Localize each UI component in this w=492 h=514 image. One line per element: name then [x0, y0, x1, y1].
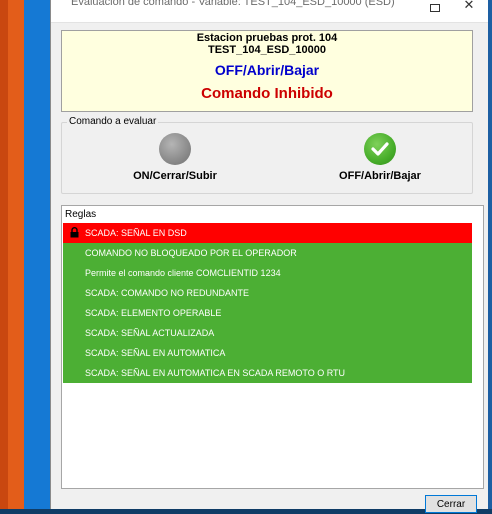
close-window-button[interactable]: ✕ [454, 0, 484, 16]
desktop-background-blue [24, 0, 52, 509]
option-off[interactable]: OFF/Abrir/Bajar [290, 133, 470, 182]
command-group: Comando a evaluar ON/Cerrar/Subir OFF/Ab… [61, 116, 473, 194]
option-off-label: OFF/Abrir/Bajar [339, 170, 421, 182]
rule-item[interactable]: Permite el comando cliente COMCLIENTID 1… [63, 263, 472, 283]
command-status: Comando Inhibido [201, 85, 333, 102]
close-button[interactable]: Cerrar [425, 495, 477, 513]
lock-icon [70, 227, 79, 238]
restore-button[interactable] [420, 0, 450, 16]
restore-icon [430, 3, 440, 12]
rule-text: COMANDO NO BLOQUEADO POR EL OPERADOR [85, 248, 297, 258]
window-title: Evaluación de comando - Variable: TEST_1… [71, 0, 395, 8]
rule-item[interactable]: COMANDO NO BLOQUEADO POR EL OPERADOR [63, 243, 472, 263]
desktop-background-strip [0, 0, 8, 509]
rule-text: SCADA: SEÑAL EN AUTOMATICA EN SCADA REMO… [85, 368, 346, 378]
station-name: Estacion pruebas prot. 104 [196, 32, 338, 44]
green-check-icon [364, 133, 396, 165]
command-group-legend: Comando a evaluar [67, 116, 159, 127]
gray-circle-icon [159, 133, 191, 165]
rule-item[interactable]: SCADA: SEÑAL ACTUALIZADA [63, 323, 472, 343]
rules-title: Reglas [65, 209, 97, 220]
rule-item[interactable]: SCADA: SEÑAL EN AUTOMATICA [63, 343, 472, 363]
command-summary-panel: Estacion pruebas prot. 104 TEST_104_ESD_… [61, 30, 473, 112]
rule-text: SCADA: SEÑAL EN DSD [85, 228, 187, 238]
close-icon: ✕ [463, 0, 475, 12]
rule-text: SCADA: SEÑAL EN AUTOMATICA [85, 348, 226, 358]
title-bar[interactable]: Evaluación de comando - Variable: TEST_1… [51, 0, 488, 23]
rule-item[interactable]: SCADA: COMANDO NO REDUNDANTE [63, 283, 472, 303]
rule-item[interactable]: SCADA: SEÑAL EN DSD [63, 223, 472, 243]
rules-list: SCADA: SEÑAL EN DSD COMANDO NO BLOQUEADO… [63, 223, 472, 383]
rule-text: SCADA: SEÑAL ACTUALIZADA [85, 328, 215, 338]
rule-item[interactable]: SCADA: ELEMENTO OPERABLE [63, 303, 472, 323]
rule-text: SCADA: ELEMENTO OPERABLE [85, 308, 222, 318]
command-evaluation-dialog: Evaluación de comando - Variable: TEST_1… [50, 0, 488, 513]
command-state: OFF/Abrir/Bajar [214, 62, 320, 78]
option-on[interactable]: ON/Cerrar/Subir [85, 133, 265, 182]
rules-panel: Reglas SCADA: SEÑAL EN DSD COMANDO NO BL… [61, 205, 484, 489]
rule-text: SCADA: COMANDO NO REDUNDANTE [85, 288, 250, 298]
variable-name: TEST_104_ESD_10000 [207, 44, 327, 56]
rule-text: Permite el comando cliente COMCLIENTID 1… [85, 268, 281, 278]
option-on-label: ON/Cerrar/Subir [133, 170, 217, 182]
rule-item[interactable]: SCADA: SEÑAL EN AUTOMATICA EN SCADA REMO… [63, 363, 472, 383]
